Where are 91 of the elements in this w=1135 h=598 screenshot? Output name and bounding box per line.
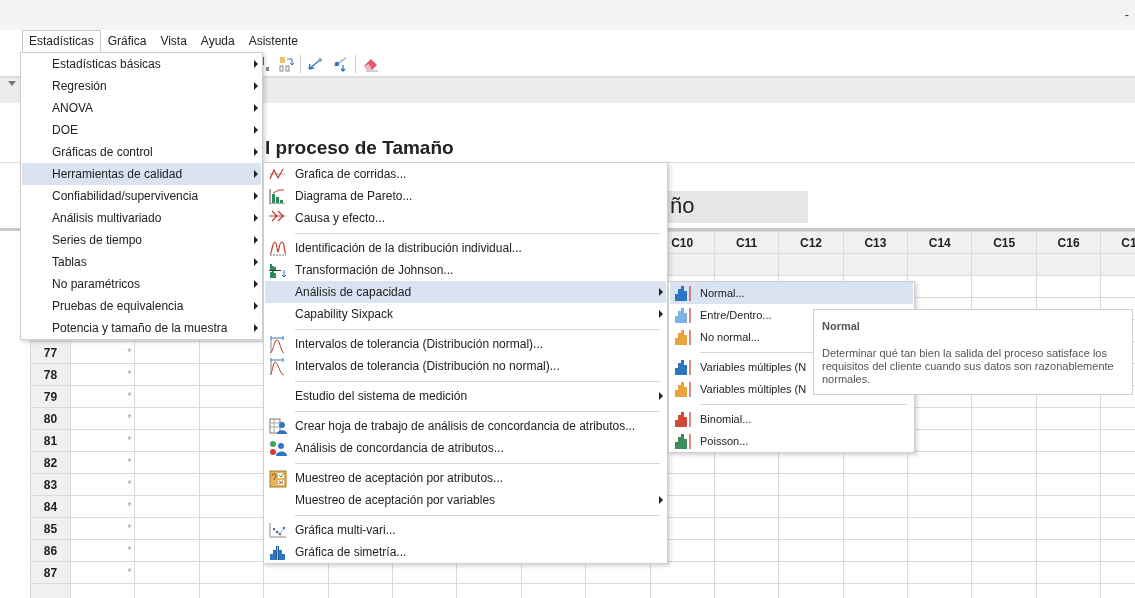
menu-item[interactable]: Análisis de capacidad <box>265 281 666 303</box>
histogram-icon <box>674 285 692 301</box>
table-cell-text: * <box>126 389 132 404</box>
menu-item[interactable]: Análisis multivariado <box>22 207 261 229</box>
people-icon <box>269 440 287 456</box>
curve-icon <box>269 358 285 376</box>
menu-item[interactable]: ANOVA <box>22 97 261 119</box>
eraser-icon <box>362 56 380 72</box>
histogram-icon <box>674 359 692 375</box>
menu-item[interactable]: Gráficas de control <box>22 141 261 163</box>
table-cell-text: * <box>126 565 132 580</box>
menu-item[interactable]: Muestreo de aceptación por atributos... <box>265 467 666 489</box>
column-header[interactable]: C13 <box>843 231 908 254</box>
histogram-icon <box>674 329 692 345</box>
menu-item[interactable]: Intervalos de tolerancia (Distribución normal)... <box>265 333 666 355</box>
menu-item[interactable]: Grafica de corridas... <box>265 163 666 185</box>
table-cell-text: * <box>126 345 132 360</box>
menu-bar-item[interactable]: Asistente <box>241 30 306 52</box>
histogram-icon <box>674 433 692 449</box>
column-header[interactable]: C11 <box>714 231 779 254</box>
row-header[interactable]: 87 <box>30 561 71 584</box>
histogram-icon <box>674 307 692 323</box>
row-header[interactable]: 78 <box>30 363 71 386</box>
worksheet-person-icon <box>269 418 287 434</box>
caret-icon <box>8 81 16 86</box>
row-header[interactable]: 81 <box>30 429 71 452</box>
row-header[interactable]: 79 <box>30 385 71 408</box>
menu-item[interactable]: Estadísticas básicas <box>22 53 261 75</box>
row-header[interactable]: 84 <box>30 495 71 518</box>
checklist-icon <box>269 470 287 488</box>
row-header[interactable]: 77 <box>30 341 71 364</box>
menu-item[interactable]: Intervalos de tolerancia (Distribución no normal)... <box>265 355 666 377</box>
menu-item[interactable]: Diagrama de Pareto... <box>265 185 666 207</box>
table-cell-text: * <box>126 411 132 426</box>
line-chart-icon <box>269 166 285 182</box>
bar-chart-icon <box>269 544 287 560</box>
menu-item[interactable]: Poisson... <box>670 430 913 452</box>
menu-item[interactable]: Gráfica multi-vari... <box>265 519 666 541</box>
table-cell-text: * <box>126 455 132 470</box>
menu-item[interactable]: Binomial... <box>670 408 913 430</box>
menu-item[interactable]: Capability Sixpack <box>265 303 666 325</box>
histogram-icon <box>674 381 692 397</box>
menu-item[interactable]: Muestreo de aceptación por variables <box>265 489 666 511</box>
curve-icon <box>269 240 287 256</box>
scatter-plot-icon <box>269 522 287 538</box>
report-title-box: ño <box>668 191 808 223</box>
menu-bar-item[interactable]: Ayuda <box>193 30 242 52</box>
row-header[interactable]: 85 <box>30 517 71 540</box>
table-cell-text: * <box>126 499 132 514</box>
menu-bar-item[interactable]: Gráfica <box>100 30 154 52</box>
arrow-icon <box>307 56 325 72</box>
menu-item[interactable]: Potencia y tamaño de la muestra <box>22 317 261 339</box>
menu-item[interactable]: Regresión <box>22 75 261 97</box>
menu-item[interactable]: No paramétricos <box>22 273 261 295</box>
menu-item[interactable]: Estudio del sistema de medición <box>265 385 666 407</box>
curve-icon <box>269 336 285 354</box>
table-cell-text: * <box>126 477 132 492</box>
arrow-icon <box>269 210 285 222</box>
minimize-button[interactable]: - <box>1124 5 1129 25</box>
column-header[interactable]: C12 <box>778 231 844 254</box>
menu-item[interactable]: Causa y efecto... <box>265 207 666 229</box>
bar-chart-icon <box>269 188 285 204</box>
histogram-icon <box>674 411 692 427</box>
column-header[interactable]: C16 <box>1036 231 1101 254</box>
column-header[interactable]: C15 <box>971 231 1037 254</box>
menu-item[interactable]: Pruebas de equivalencia <box>22 295 261 317</box>
bar-chart-icon <box>269 262 287 278</box>
menu-item[interactable]: Análisis de concordancia de atributos... <box>265 437 666 459</box>
column-header[interactable]: C14 <box>907 231 972 254</box>
column-icon <box>278 56 294 72</box>
row-header[interactable]: 80 <box>30 407 71 430</box>
table-cell-text: * <box>126 521 132 536</box>
tooltip-text: Determinar qué tan bien la salida del proceso satisface los requisitos del cliente cuando sus datos son razonablemente normales. <box>822 346 1115 386</box>
row-header[interactable]: 86 <box>30 539 71 562</box>
row-header[interactable]: 82 <box>30 451 71 474</box>
table-cell-text: * <box>126 367 132 382</box>
menu-item[interactable]: Transformación de Johnson... <box>265 259 666 281</box>
menu-item[interactable]: Series de tiempo <box>22 229 261 251</box>
table-cell-text: * <box>126 433 132 448</box>
menu-item[interactable]: Normal... <box>670 282 913 304</box>
arrow-icon <box>331 56 349 72</box>
tooltip-title: Normal <box>822 319 861 334</box>
menu-item[interactable]: Herramientas de calidad <box>22 163 261 185</box>
table-cell-text: * <box>126 543 132 558</box>
menu-item[interactable]: Tablas <box>22 251 261 273</box>
menu-bar-item[interactable]: Estadísticas <box>22 30 101 52</box>
menu-item[interactable]: Gráfica de simetría... <box>265 541 666 563</box>
menu-bar-item[interactable]: Vista <box>153 30 194 52</box>
menu-item[interactable]: Crear hoja de trabajo de análisis de concordancia de atributos... <box>265 415 666 437</box>
menu-item[interactable]: Confiabilidad/supervivencia <box>22 185 261 207</box>
row-header[interactable]: 83 <box>30 473 71 496</box>
